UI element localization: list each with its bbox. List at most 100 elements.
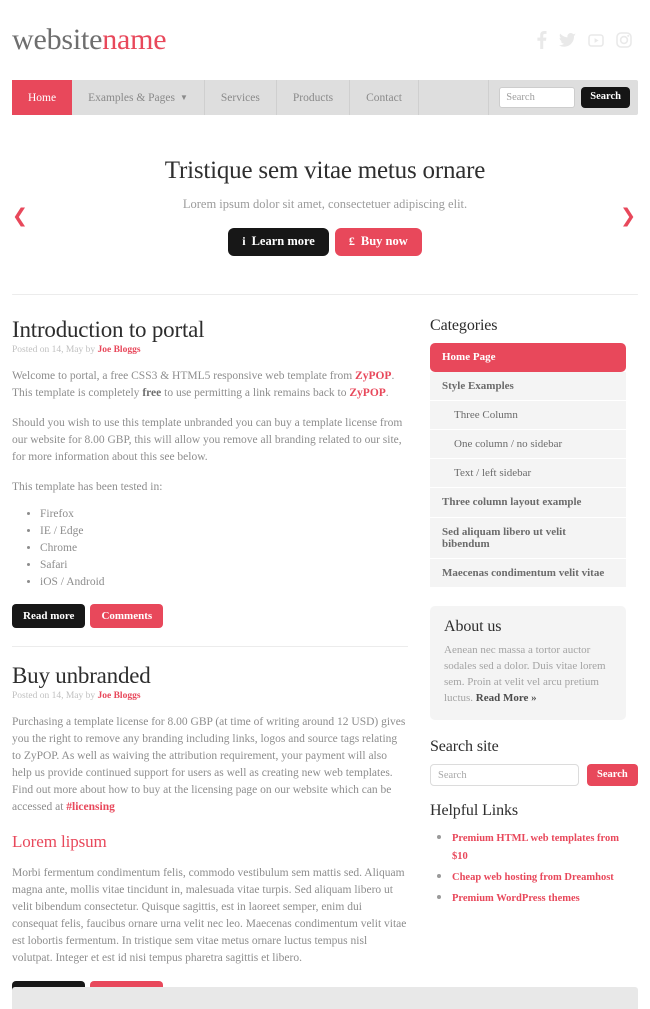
article-introduction: Introduction to portal Posted on 14, May…: [12, 317, 408, 629]
facebook-icon[interactable]: [536, 31, 547, 49]
zypop-link-2[interactable]: ZyPOP: [349, 387, 385, 399]
site-logo[interactable]: websitename: [12, 23, 167, 56]
helpful-links-widget: Helpful Links Premium HTML web templates…: [430, 802, 626, 906]
article-separator: [12, 646, 408, 648]
learn-more-button[interactable]: i Learn more: [228, 228, 329, 256]
search-site-heading: Search site: [430, 737, 499, 755]
list-item: iOS / Android: [40, 574, 408, 590]
content-columns: Introduction to portal Posted on 14, May…: [0, 317, 650, 1009]
info-icon: i: [242, 234, 246, 249]
header-search-form: Search: [489, 80, 638, 115]
buy-now-label: Buy now: [360, 234, 408, 248]
buy-now-button[interactable]: £ Buy now: [334, 228, 422, 256]
hero-subtitle: Lorem ipsum dolor sit amet, consectetuer…: [182, 197, 468, 211]
sidebar-search-input[interactable]: [430, 764, 579, 787]
instagram-icon[interactable]: [616, 32, 632, 48]
sidebar-item-text-left-sidebar[interactable]: Text / left sidebar: [430, 459, 626, 489]
hero-buttons: i Learn more £ Buy now: [0, 228, 650, 256]
categories-list: Home Page Style Examples Three Column On…: [430, 343, 626, 588]
article-paragraph-1: Purchasing a template license for 8.00 G…: [12, 714, 408, 816]
article-meta-prefix: Posted on 14, May by: [12, 345, 98, 355]
article-actions: Read more Comments: [12, 604, 408, 629]
hero-carousel: ❮ ❯ Tristique sem vitae metus ornare Lor…: [0, 139, 650, 294]
nav-label: Products: [292, 91, 334, 104]
article-author-link[interactable]: Joe Bloggs: [98, 691, 141, 701]
header-search-input[interactable]: [499, 87, 576, 108]
sidebar-item-style-examples[interactable]: Style Examples: [430, 372, 626, 402]
helpful-links-list: Premium HTML web templates from $10 Chea…: [430, 828, 626, 906]
nav-label: Home: [28, 91, 57, 104]
about-read-more-link[interactable]: Read More »: [476, 692, 537, 704]
list-item: IE / Edge: [40, 523, 408, 539]
twitter-icon[interactable]: [559, 32, 576, 48]
logo-text-primary: website: [12, 23, 103, 56]
comments-button[interactable]: Comments: [90, 604, 164, 629]
sidebar-item-sed-aliquam[interactable]: Sed aliquam libero ut velit bibendum: [430, 517, 626, 559]
nav-label: Examples & Pages: [88, 91, 175, 104]
site-header: websitename: [0, 0, 650, 80]
about-us-text: Aenean nec massa a tortor auctor sodales…: [444, 642, 612, 706]
nav-item-services[interactable]: Services: [205, 80, 277, 115]
main-navigation: Home Examples & Pages ▼ Services Product…: [12, 80, 638, 115]
about-us-heading: About us: [444, 617, 502, 635]
list-item: Cheap web hosting from Dreamhost: [452, 867, 626, 885]
site-footer: [12, 987, 638, 1009]
sidebar-item-three-column-layout-example[interactable]: Three column layout example: [430, 488, 626, 518]
youtube-icon[interactable]: [588, 32, 604, 48]
text-fragment: Purchasing a template license for 8.00 G…: [12, 716, 406, 814]
list-item: Firefox: [40, 506, 408, 522]
nav-label: Contact: [366, 91, 402, 104]
page-root: websitename Home Examples & Pages ▼ Serv…: [0, 0, 650, 1009]
sidebar: Categories Home Page Style Examples Thre…: [430, 317, 638, 1009]
helpful-link-premium-html[interactable]: Premium HTML web templates from $10: [452, 833, 619, 862]
article-title: Buy unbranded: [12, 663, 151, 689]
text-bold: free: [142, 387, 162, 399]
logo-text-accent: name: [102, 23, 167, 56]
article-meta: Posted on 14, May by Joe Bloggs: [12, 691, 408, 701]
list-item: Premium WordPress themes: [452, 888, 626, 906]
licensing-link[interactable]: #licensing: [66, 801, 115, 813]
sidebar-search-form: Search: [430, 763, 638, 787]
sidebar-search-button[interactable]: Search: [587, 763, 638, 787]
hero-divider: [12, 294, 638, 295]
carousel-prev-arrow[interactable]: ❮: [12, 207, 28, 226]
read-more-button[interactable]: Read more: [12, 604, 86, 629]
header-search-button[interactable]: Search: [581, 87, 630, 108]
article-paragraph-2: Morbi fermentum condimentum felis, commo…: [12, 867, 407, 965]
sidebar-item-maecenas[interactable]: Maecenas condimentum velit vitae: [430, 558, 626, 588]
nav-item-examples-pages[interactable]: Examples & Pages ▼: [72, 80, 205, 115]
nav-item-contact[interactable]: Contact: [350, 80, 419, 115]
helpful-links-heading: Helpful Links: [430, 802, 519, 820]
article-meta-prefix: Posted on 14, May by: [12, 691, 98, 702]
text-fragment: .: [385, 387, 389, 399]
article-paragraph-2: Should you wish to use this template unb…: [12, 417, 403, 463]
chevron-down-icon: ▼: [179, 92, 188, 102]
hero-title: Tristique sem vitae metus ornare: [164, 157, 486, 184]
helpful-link-dreamhost[interactable]: Cheap web hosting from Dreamhost: [452, 872, 614, 883]
article-paragraph-1: Welcome to portal, a free CSS3 & HTML5 r…: [12, 368, 408, 402]
list-item: Premium HTML web templates from $10: [452, 828, 626, 864]
sidebar-item-one-column-no-sidebar[interactable]: One column / no sidebar: [430, 430, 626, 460]
learn-more-label: Learn more: [251, 234, 315, 248]
pound-sign-icon: £: [348, 234, 355, 249]
sidebar-item-home-page[interactable]: Home Page: [430, 343, 626, 373]
carousel-next-arrow[interactable]: ❯: [620, 207, 636, 226]
nav-item-products[interactable]: Products: [277, 80, 351, 115]
hero-slide: Tristique sem vitae metus ornare Lorem i…: [0, 139, 650, 256]
social-links: [536, 31, 638, 49]
article-buy-unbranded: Buy unbranded Posted on 14, May by Joe B…: [12, 663, 408, 1006]
nav-item-home[interactable]: Home: [12, 80, 73, 115]
browser-list: Firefox IE / Edge Chrome Safari iOS / An…: [12, 506, 408, 590]
article-meta: Posted on 14, May by Joe Bloggs: [12, 345, 408, 355]
text-fragment: Welcome to portal, a free CSS3 & HTML5 r…: [12, 370, 356, 382]
article-title: Introduction to portal: [12, 317, 205, 342]
nav-label: Services: [220, 91, 260, 104]
search-site-widget: Search site Search: [430, 737, 638, 787]
helpful-link-wordpress-themes[interactable]: Premium WordPress themes: [452, 893, 580, 904]
text-fragment: to use permitting a link remains back to: [161, 387, 350, 399]
article-paragraph-3: This template has been tested in:: [12, 481, 163, 493]
article-author-link[interactable]: Joe Bloggs: [98, 345, 141, 355]
list-item: Safari: [40, 557, 408, 573]
sidebar-item-three-column[interactable]: Three Column: [430, 401, 626, 431]
zypop-link-1[interactable]: ZyPOP: [355, 370, 391, 382]
